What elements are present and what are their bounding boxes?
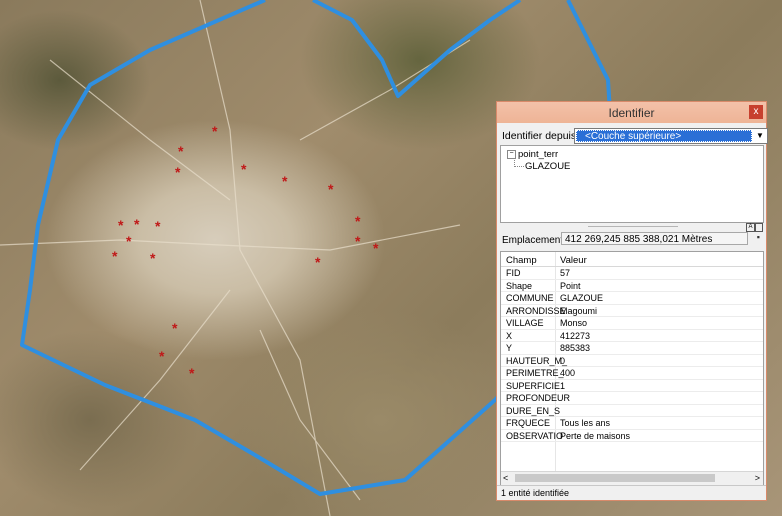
pane-splitter[interactable]: A <box>500 223 764 232</box>
field-name-cell: VILLAGE <box>506 318 544 328</box>
scrollbar-thumb[interactable] <box>515 474 715 482</box>
point-marker[interactable]: * <box>150 250 156 266</box>
table-row[interactable]: FID 57 <box>501 267 763 280</box>
point-marker[interactable]: * <box>241 161 247 177</box>
table-row[interactable]: PERIMETRE_ 400 <box>501 367 763 380</box>
table-row[interactable]: X 412273 <box>501 330 763 342</box>
tree-layer-label: point_terr <box>518 149 559 160</box>
field-value-cell: GLAZOUE <box>560 293 604 303</box>
field-name-cell: FRQUECE <box>506 418 551 428</box>
point-layer: *** ** ** * * ** *** * **** <box>112 123 379 381</box>
field-value-cell: 885383 <box>560 343 591 353</box>
window-title: Identifier <box>608 106 655 120</box>
table-row[interactable]: HAUTEUR_M_ 0 <box>501 355 763 367</box>
point-marker[interactable]: * <box>172 320 178 336</box>
point-marker[interactable]: * <box>355 233 361 249</box>
point-marker[interactable]: * <box>134 216 140 232</box>
location-label: Emplacement : <box>502 235 569 246</box>
table-row[interactable]: Y 885383 <box>501 342 763 355</box>
horizontal-scrollbar[interactable]: < > <box>501 471 763 485</box>
pin-icon[interactable]: ▪ <box>757 232 760 242</box>
field-value-cell: Perte de maisons <box>560 430 631 441</box>
point-marker[interactable]: * <box>178 143 184 159</box>
scroll-right-icon[interactable]: > <box>755 472 760 485</box>
field-name-cell: PERIMETRE_ <box>506 368 564 378</box>
field-value-cell: 400 <box>560 368 576 378</box>
point-marker[interactable]: * <box>373 240 379 256</box>
field-name-cell: X <box>506 330 513 341</box>
scroll-left-icon[interactable]: < <box>503 472 508 485</box>
results-tree: − point_terr GLAZOUE <box>500 145 764 223</box>
table-rows: FID 57 Shape Point COMMUNE GLAZOUE ARRONDISSE M… <box>501 267 763 442</box>
sort-icon[interactable]: A <box>746 223 755 232</box>
field-name-cell: DURE_EN_S <box>506 405 561 416</box>
field-value-cell: Monso <box>560 318 588 328</box>
identify-from-row: Identifier depuis : <Couche supérieure> … <box>500 127 768 145</box>
field-name-cell: Shape <box>506 280 533 291</box>
point-marker[interactable]: * <box>155 218 161 234</box>
table-row[interactable]: FRQUECE Tous les ans <box>501 417 763 430</box>
close-button[interactable]: x <box>749 105 763 119</box>
point-marker[interactable]: * <box>212 123 218 139</box>
status-text: 1 entité identifiée <box>501 488 570 498</box>
identify-from-dropdown[interactable]: <Couche supérieure> ▼ <box>574 128 768 144</box>
field-name-cell: COMMUNE <box>506 293 554 303</box>
table-row[interactable]: VILLAGE Monso <box>501 317 763 330</box>
table-row[interactable]: ARRONDISSE Magoumi <box>501 305 763 317</box>
field-value-cell: 1 <box>560 380 566 391</box>
splitter-grip[interactable] <box>588 226 678 227</box>
field-name-cell: HAUTEUR_M_ <box>506 355 568 366</box>
field-value-cell: 412273 <box>560 330 591 341</box>
table-header: Champ Valeur <box>501 252 763 267</box>
point-marker[interactable]: * <box>315 254 321 270</box>
column-header-field[interactable]: Champ <box>506 255 537 266</box>
identify-window: Identifier x Identifier depuis : <Couche… <box>496 101 768 501</box>
point-marker[interactable]: * <box>355 213 361 229</box>
table-row[interactable]: COMMUNE GLAZOUE <box>501 292 763 305</box>
attribute-table: Champ Valeur FID 57 Shape Point COMMUNE GLAZO… <box>500 251 764 485</box>
table-row[interactable]: DURE_EN_S <box>501 405 763 417</box>
point-marker[interactable]: * <box>175 164 181 180</box>
point-marker[interactable]: * <box>118 217 124 233</box>
table-row[interactable]: Shape Point <box>501 280 763 292</box>
table-row[interactable]: PROFONDEUR <box>501 392 763 405</box>
field-name-cell: Y <box>506 343 513 353</box>
point-marker[interactable]: * <box>189 365 195 381</box>
column-header-value[interactable]: Valeur <box>560 255 587 266</box>
window-titlebar[interactable]: Identifier x <box>497 102 766 123</box>
point-marker[interactable]: * <box>282 173 288 189</box>
tracks <box>0 0 471 516</box>
status-bar: 1 entité identifiée <box>497 485 766 500</box>
field-name-cell: PROFONDEUR <box>506 393 571 403</box>
field-name-cell: ARRONDISSE <box>506 305 566 316</box>
identify-from-value: <Couche supérieure> <box>576 130 752 142</box>
field-value-cell: 0 <box>560 355 566 366</box>
point-marker[interactable]: * <box>126 233 132 249</box>
table-row[interactable]: SUPERFICIE 1 <box>501 380 763 392</box>
field-value-cell: 57 <box>560 268 571 278</box>
field-value-cell: Tous les ans <box>560 418 611 428</box>
field-name-cell: FID <box>506 268 521 278</box>
field-value-cell: Point <box>560 280 581 291</box>
table-row[interactable]: OBSERVATIO Perte de maisons <box>501 430 763 442</box>
field-name-cell: OBSERVATIO <box>506 430 564 441</box>
field-value-cell: Magoumi <box>560 305 598 316</box>
point-marker[interactable]: * <box>112 248 118 264</box>
tree-feature-node[interactable]: GLAZOUE <box>525 161 570 172</box>
tree-connector <box>514 158 524 167</box>
field-name-cell: SUPERFICIE <box>506 380 561 391</box>
point-marker[interactable]: * <box>159 348 165 364</box>
location-field[interactable]: 412 269,245 885 388,021 Mètres <box>561 232 748 245</box>
point-marker[interactable]: * <box>328 181 334 197</box>
options-icon[interactable] <box>755 223 763 232</box>
location-row: Emplacement : 412 269,245 885 388,021 Mè… <box>500 232 762 248</box>
chevron-down-icon[interactable]: ▼ <box>753 129 767 143</box>
identify-from-label: Identifier depuis : <box>502 130 582 142</box>
